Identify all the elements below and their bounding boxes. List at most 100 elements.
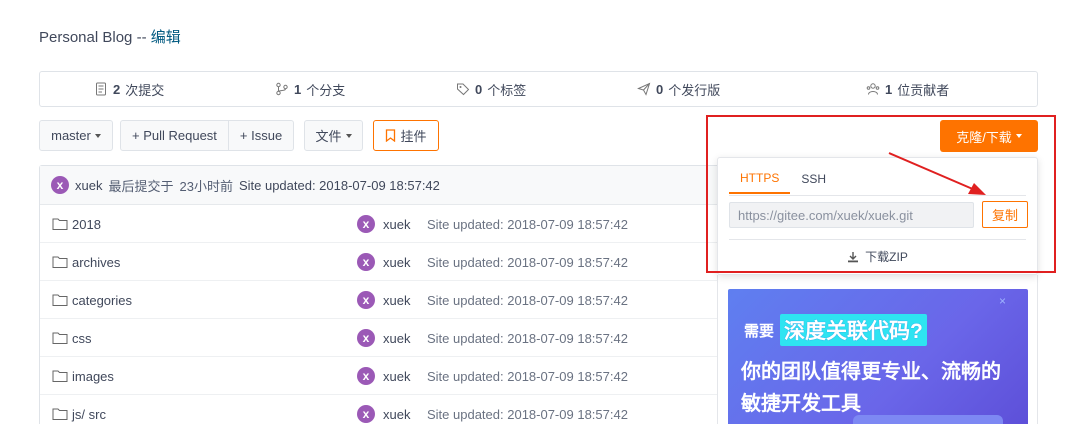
repo-name: Personal Blog [39, 29, 133, 46]
branch-select-label: master [51, 128, 91, 143]
branch-icon [276, 82, 288, 96]
commits-label: 次提交 [125, 82, 165, 98]
table-row[interactable]: 2018 x xuek Site updated: 2018-07-09 18:… [40, 205, 739, 243]
folder-link[interactable]: css [52, 319, 92, 357]
row-author[interactable]: xuek [383, 281, 410, 319]
folder-name: js/ src [72, 406, 106, 422]
commit-message[interactable]: Site updated: 2018-07-09 18:57:42 [239, 178, 440, 193]
releases-label: 个发行版 [668, 82, 721, 98]
copy-button[interactable]: 复制 [982, 201, 1028, 228]
folder-icon [52, 408, 68, 420]
tab-https[interactable]: HTTPS [729, 164, 791, 194]
row-commit-message[interactable]: Site updated: 2018-07-09 18:57:42 [427, 319, 628, 357]
stat-releases[interactable]: 0 个发行版 [637, 72, 720, 106]
dropdown-divider [729, 239, 1026, 240]
plugin-button[interactable]: 挂件 [373, 120, 439, 151]
folder-name: categories [72, 292, 132, 308]
row-author[interactable]: xuek [383, 243, 410, 281]
folder-icon [52, 294, 68, 306]
folder-icon [52, 332, 68, 344]
page-title: Personal Blog -- 编辑 [39, 26, 181, 47]
chevron-down-icon [345, 133, 352, 138]
folder-name: images [72, 368, 114, 384]
download-icon [848, 251, 859, 262]
promo-line-2: 你的团队值得更专业、流畅的 [741, 361, 1001, 383]
tab-divider [729, 195, 1026, 196]
folder-name: archives [72, 254, 121, 270]
branch-select[interactable]: master [39, 120, 113, 151]
avatar[interactable]: x [357, 215, 375, 233]
download-zip-label: 下载ZIP [865, 250, 908, 264]
folder-link[interactable]: archives [52, 243, 120, 281]
row-commit-message[interactable]: Site updated: 2018-07-09 18:57:42 [427, 243, 628, 281]
file-menu-label: 文件 [315, 129, 342, 144]
commit-prefix: 最后提交于 [108, 178, 174, 194]
commits-count: 2 [113, 81, 121, 97]
promo-need-text: 需要 [744, 322, 775, 340]
promo-headline: 需要 深度关联代码? [744, 314, 927, 346]
folder-link[interactable]: images [52, 357, 114, 395]
releases-count: 0 [656, 81, 664, 97]
clone-dropdown: HTTPS SSH https://gitee.com/xuek/xuek.gi… [717, 157, 1038, 275]
clone-url-field[interactable]: https://gitee.com/xuek/xuek.git [729, 202, 974, 228]
commit-author[interactable]: xuek [75, 178, 102, 193]
row-commit-message[interactable]: Site updated: 2018-07-09 18:57:42 [427, 281, 628, 319]
commit-icon [96, 82, 106, 96]
row-author[interactable]: xuek [383, 357, 410, 395]
row-commit-message[interactable]: Site updated: 2018-07-09 18:57:42 [427, 395, 628, 424]
contributors-label: 位贡献者 [897, 82, 950, 98]
contributors-count: 1 [885, 81, 893, 97]
folder-link[interactable]: 2018 [52, 205, 101, 243]
pull-request-button[interactable]: + Pull Request [120, 120, 229, 151]
row-author[interactable]: xuek [383, 205, 410, 243]
row-commit-message[interactable]: Site updated: 2018-07-09 18:57:42 [427, 205, 628, 243]
promo-banner[interactable]: × 需要 深度关联代码? 你的团队值得更专业、流畅的 敏捷开发工具 [728, 289, 1028, 424]
clone-download-label: 克隆/下载 [956, 129, 1012, 145]
folder-icon [52, 256, 68, 268]
table-row[interactable]: css x xuek Site updated: 2018-07-09 18:5… [40, 319, 739, 357]
tab-ssh[interactable]: SSH [790, 164, 837, 194]
avatar[interactable]: x [357, 405, 375, 423]
folder-name: css [72, 330, 92, 346]
clone-download-button[interactable]: 克隆/下载 [940, 120, 1038, 152]
file-menu-button[interactable]: 文件 [304, 120, 363, 151]
tags-count: 0 [475, 81, 483, 97]
close-icon[interactable]: × [999, 294, 1006, 308]
contributors-icon [866, 83, 880, 95]
chevron-down-icon [1015, 134, 1022, 138]
download-zip-link[interactable]: 下载ZIP [718, 248, 1037, 265]
promo-cta-bar[interactable] [853, 415, 1003, 424]
issue-button[interactable]: + Issue [228, 120, 295, 151]
folder-link[interactable]: js/ src [52, 395, 106, 424]
chevron-down-icon [94, 133, 101, 138]
tags-label: 个标签 [487, 82, 527, 98]
stat-branches[interactable]: 1 个分支 [275, 72, 345, 106]
latest-commit-bar: x xuek 最后提交于 23小时前 Site updated: 2018-07… [40, 166, 739, 205]
create-button-group: + Pull Request + Issue [120, 120, 295, 151]
avatar[interactable]: x [51, 176, 69, 194]
avatar[interactable]: x [357, 367, 375, 385]
avatar[interactable]: x [357, 329, 375, 347]
avatar[interactable]: x [357, 291, 375, 309]
table-row[interactable]: js/ src x xuek Site updated: 2018-07-09 … [40, 395, 739, 424]
avatar[interactable]: x [357, 253, 375, 271]
row-author[interactable]: xuek [383, 395, 410, 424]
edit-link[interactable]: 编辑 [151, 29, 181, 46]
stat-commits[interactable]: 2 次提交 [94, 72, 164, 106]
repo-stats-bar: 2 次提交 1 个分支 0 个标签 0 个发行版 1 位贡献者 [39, 71, 1038, 107]
promo-line-3: 敏捷开发工具 [741, 393, 861, 415]
table-row[interactable]: categories x xuek Site updated: 2018-07-… [40, 281, 739, 319]
file-list: x xuek 最后提交于 23小时前 Site updated: 2018-07… [39, 165, 739, 424]
stat-tags[interactable]: 0 个标签 [456, 72, 526, 106]
table-row[interactable]: archives x xuek Site updated: 2018-07-09… [40, 243, 739, 281]
protocol-tabs: HTTPS SSH [729, 164, 837, 194]
row-commit-message[interactable]: Site updated: 2018-07-09 18:57:42 [427, 357, 628, 395]
branches-label: 个分支 [306, 82, 346, 98]
folder-name: 2018 [72, 216, 101, 232]
tag-icon [457, 83, 470, 96]
folder-link[interactable]: categories [52, 281, 132, 319]
table-row[interactable]: images x xuek Site updated: 2018-07-09 1… [40, 357, 739, 395]
row-author[interactable]: xuek [383, 319, 410, 357]
stat-contributors[interactable]: 1 位贡献者 [866, 72, 949, 106]
bookmark-icon [386, 129, 396, 142]
